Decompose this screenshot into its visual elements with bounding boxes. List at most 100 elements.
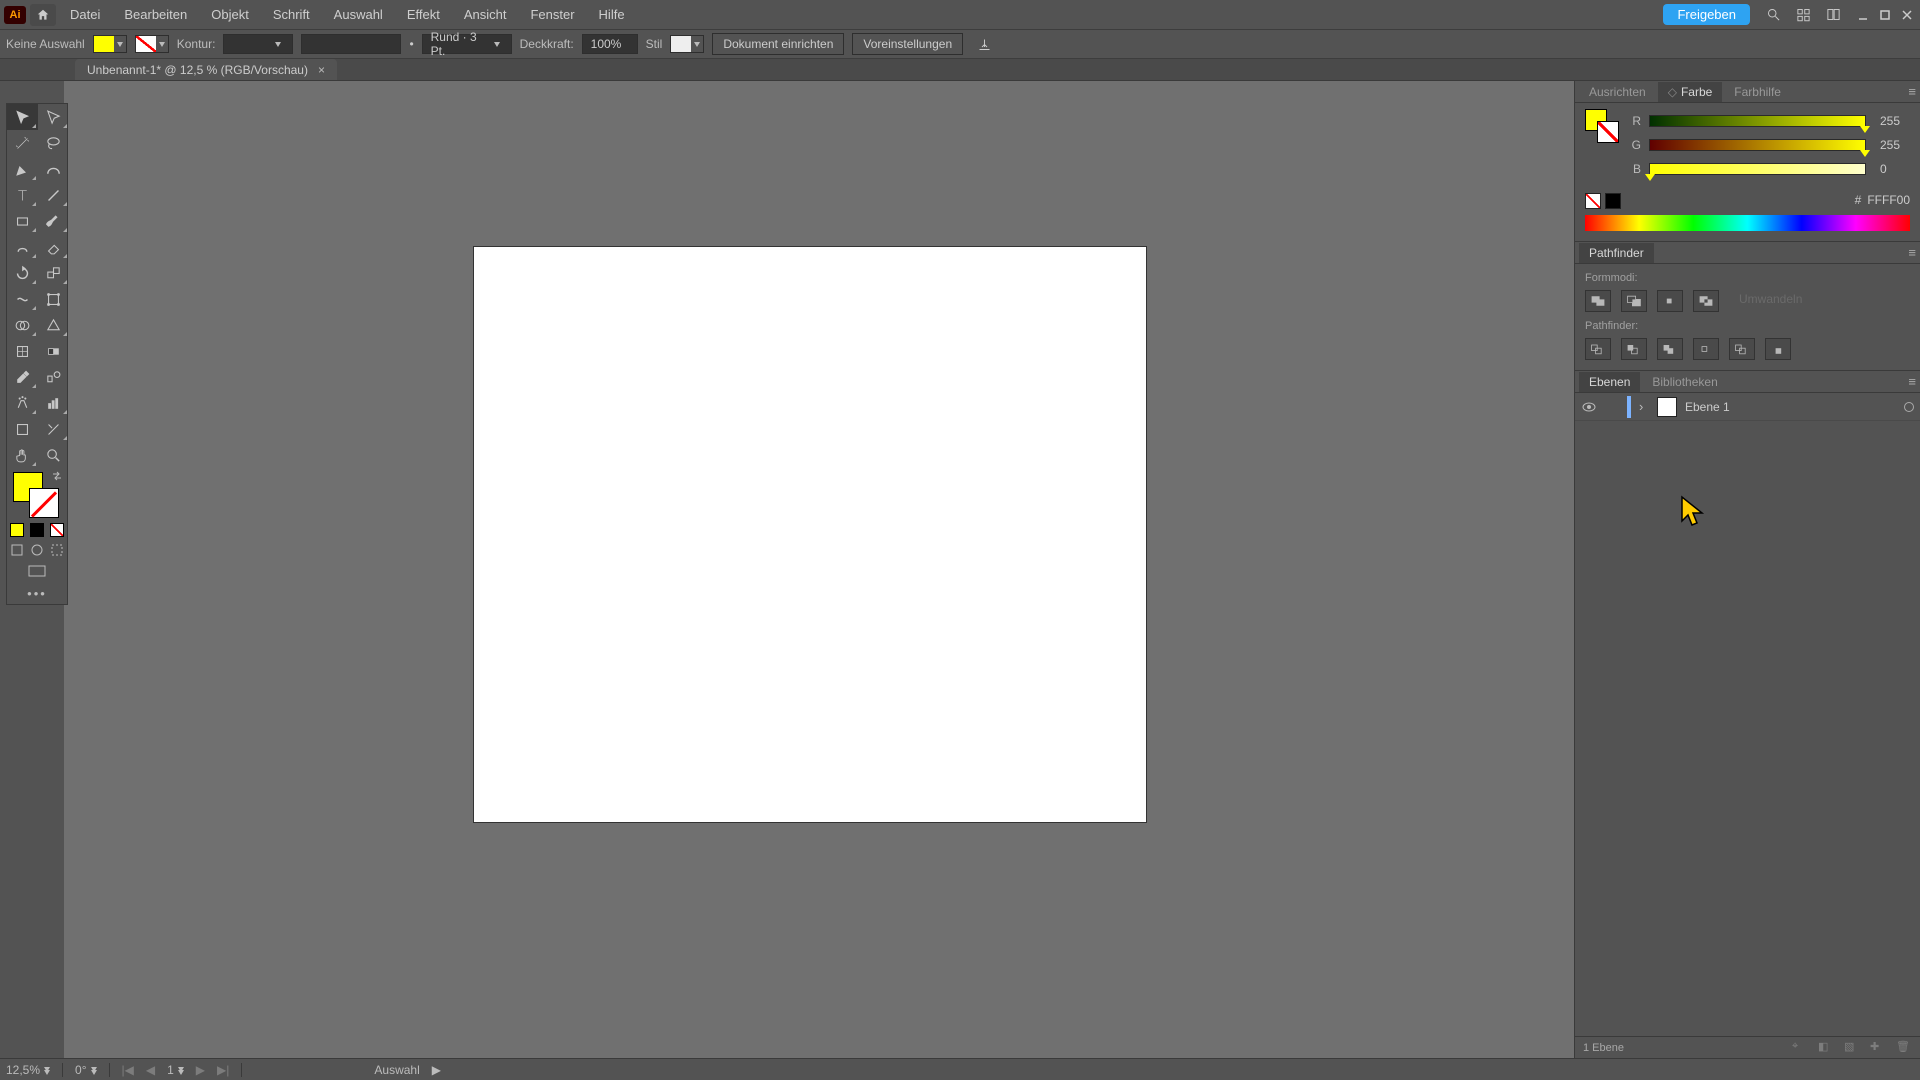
color-spectrum[interactable] xyxy=(1585,215,1910,231)
pen-tool[interactable] xyxy=(7,156,38,182)
gradient-tool[interactable] xyxy=(38,338,69,364)
sublayer-icon[interactable]: ▧ xyxy=(1844,1040,1860,1056)
mesh-tool[interactable] xyxy=(7,338,38,364)
layer-visibility-icon[interactable] xyxy=(1581,399,1597,415)
none-swatch[interactable] xyxy=(1585,193,1601,209)
symbol-sprayer-tool[interactable] xyxy=(7,390,38,416)
shaper-tool[interactable] xyxy=(7,234,38,260)
pf-crop[interactable] xyxy=(1693,338,1719,360)
stroke-weight-input[interactable] xyxy=(223,34,293,54)
b-slider[interactable] xyxy=(1649,163,1866,175)
menu-fenster[interactable]: Fenster xyxy=(520,3,584,26)
tab-ebenen[interactable]: Ebenen xyxy=(1579,372,1640,392)
tab-ausrichten[interactable]: Ausrichten xyxy=(1579,82,1656,102)
graph-tool[interactable] xyxy=(38,390,69,416)
pf-intersect[interactable] xyxy=(1657,290,1683,312)
preferences-button[interactable]: Voreinstellungen xyxy=(852,33,963,55)
close-tab-icon[interactable]: × xyxy=(318,63,325,77)
pf-merge[interactable] xyxy=(1657,338,1683,360)
swap-fill-stroke-icon[interactable] xyxy=(51,470,63,482)
menu-bearbeiten[interactable]: Bearbeiten xyxy=(114,3,197,26)
line-tool[interactable] xyxy=(38,182,69,208)
eyedropper-tool[interactable] xyxy=(7,364,38,390)
stroke-profile-input[interactable] xyxy=(301,34,401,54)
locate-layer-icon[interactable]: ⌖ xyxy=(1792,1040,1808,1056)
delete-layer-icon[interactable]: 🗑 xyxy=(1896,1040,1912,1056)
home-button[interactable] xyxy=(30,4,56,26)
tab-pathfinder[interactable]: Pathfinder xyxy=(1579,243,1654,263)
r-value[interactable]: 255 xyxy=(1874,114,1910,128)
graphic-style-dropdown[interactable] xyxy=(670,35,704,53)
zoom-dropdown[interactable]: 12,5% xyxy=(6,1063,50,1077)
lasso-tool[interactable] xyxy=(38,130,69,156)
tab-bibliotheken[interactable]: Bibliotheken xyxy=(1642,372,1727,392)
layer-chevron-icon[interactable]: › xyxy=(1639,399,1649,414)
window-close-button[interactable] xyxy=(1898,6,1916,24)
prev-artboard-icon[interactable]: ◀ xyxy=(146,1063,155,1077)
pf-divide[interactable] xyxy=(1585,338,1611,360)
scale-tool[interactable] xyxy=(38,260,69,286)
color-mode-icon[interactable] xyxy=(7,520,27,540)
search-icon[interactable] xyxy=(1760,4,1786,26)
curvature-tool[interactable] xyxy=(38,156,69,182)
edit-toolbar-icon[interactable]: ••• xyxy=(7,582,67,604)
rotate-tool[interactable] xyxy=(7,260,38,286)
pf-minus-front[interactable] xyxy=(1621,290,1647,312)
stroke-swatch[interactable] xyxy=(135,35,169,53)
drawing-mode-behind-icon[interactable] xyxy=(27,540,47,560)
shape-builder-tool[interactable] xyxy=(7,312,38,338)
status-menu-icon[interactable]: ▶ xyxy=(432,1063,441,1077)
window-minimize-button[interactable] xyxy=(1854,6,1872,24)
new-layer-icon[interactable]: ✚ xyxy=(1870,1040,1886,1056)
mask-layer-icon[interactable]: ◧ xyxy=(1818,1040,1834,1056)
rotation-dropdown[interactable]: 0° xyxy=(75,1063,96,1077)
b-value[interactable]: 0 xyxy=(1874,162,1910,176)
panel-menu-icon[interactable]: ≡ xyxy=(1908,84,1920,99)
pf-minus-back[interactable] xyxy=(1765,338,1791,360)
slice-tool[interactable] xyxy=(38,416,69,442)
artboard-tool[interactable] xyxy=(7,416,38,442)
black-swatch[interactable] xyxy=(1605,193,1621,209)
layers-menu-icon[interactable]: ≡ xyxy=(1908,374,1920,389)
layer-row[interactable]: › Ebene 1 xyxy=(1575,393,1920,421)
opacity-input[interactable]: 100% xyxy=(582,34,638,54)
selection-tool[interactable] xyxy=(7,104,38,130)
artboard-nav-input[interactable]: 1 xyxy=(167,1063,184,1077)
document-setup-button[interactable]: Dokument einrichten xyxy=(712,33,844,55)
menu-schrift[interactable]: Schrift xyxy=(263,3,320,26)
toolbox-stroke[interactable] xyxy=(29,488,59,518)
direct-selection-tool[interactable] xyxy=(38,104,69,130)
brush-profile-dropdown[interactable]: Rund · 3 Pt. xyxy=(422,34,512,54)
arrange-docs-icon[interactable] xyxy=(1820,4,1846,26)
free-transform-tool[interactable] xyxy=(38,286,69,312)
menu-ansicht[interactable]: Ansicht xyxy=(454,3,517,26)
g-slider[interactable] xyxy=(1649,139,1866,151)
pf-exclude[interactable] xyxy=(1693,290,1719,312)
tab-farbe[interactable]: ◇Farbe xyxy=(1658,82,1723,102)
share-button[interactable]: Freigeben xyxy=(1663,4,1750,25)
rectangle-tool[interactable] xyxy=(7,208,38,234)
pathfinder-menu-icon[interactable]: ≡ xyxy=(1908,245,1920,260)
menu-effekt[interactable]: Effekt xyxy=(397,3,450,26)
none-mode-icon[interactable] xyxy=(47,520,67,540)
type-tool[interactable] xyxy=(7,182,38,208)
paintbrush-tool[interactable] xyxy=(38,208,69,234)
pf-unite[interactable] xyxy=(1585,290,1611,312)
gradient-mode-icon[interactable] xyxy=(27,520,47,540)
window-maximize-button[interactable] xyxy=(1876,6,1894,24)
g-value[interactable]: 255 xyxy=(1874,138,1910,152)
pf-outline[interactable] xyxy=(1729,338,1755,360)
canvas-area[interactable] xyxy=(64,81,1574,1058)
r-slider[interactable] xyxy=(1649,115,1866,127)
align-to-icon[interactable] xyxy=(971,33,997,55)
menu-objekt[interactable]: Objekt xyxy=(201,3,259,26)
menu-hilfe[interactable]: Hilfe xyxy=(589,3,635,26)
document-tab[interactable]: Unbenannt-1* @ 12,5 % (RGB/Vorschau) × xyxy=(75,59,337,80)
tab-farbhilfe[interactable]: Farbhilfe xyxy=(1724,82,1791,102)
hex-value[interactable]: FFFF00 xyxy=(1867,193,1910,207)
hand-tool[interactable] xyxy=(7,442,38,468)
drawing-mode-inside-icon[interactable] xyxy=(47,540,67,560)
pf-trim[interactable] xyxy=(1621,338,1647,360)
first-artboard-icon[interactable]: |◀ xyxy=(122,1063,134,1077)
blend-tool[interactable] xyxy=(38,364,69,390)
